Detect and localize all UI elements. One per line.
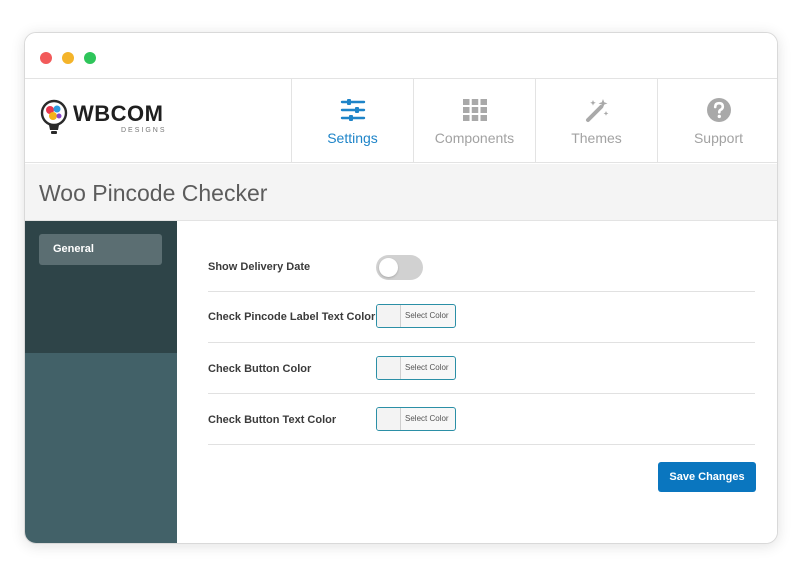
tab-label: Support (693, 129, 744, 146)
save-changes-button[interactable]: Save Changes (658, 462, 756, 492)
check-button-color-picker[interactable]: Select Color (376, 356, 456, 380)
question-circle-icon (706, 97, 731, 122)
setting-row-show-delivery-date: Show Delivery Date (208, 241, 755, 292)
minimize-window-dot[interactable] (62, 52, 74, 64)
magic-wand-icon (585, 98, 608, 122)
sliders-icon (340, 98, 365, 121)
page-title: Woo Pincode Checker (39, 180, 268, 206)
color-swatch (377, 408, 401, 430)
close-window-dot[interactable] (40, 52, 52, 64)
sidebar-item-general[interactable]: General (39, 234, 162, 265)
select-color-label: Select Color (405, 414, 449, 423)
tab-label: Settings (327, 129, 378, 146)
setting-label: Check Button Color (208, 363, 312, 375)
setting-row-pincode-label-color: Check Pincode Label Text Color Select Co… (208, 292, 755, 343)
plugin-header: WBCOM DESIGNS Settings Components Themes… (25, 79, 777, 163)
tab-support[interactable]: Support (657, 79, 777, 163)
color-swatch (377, 357, 401, 379)
settings-sidebar: General (25, 221, 177, 543)
check-button-text-color-picker[interactable]: Select Color (376, 407, 456, 431)
grid-icon (462, 98, 487, 121)
pincode-label-color-picker[interactable]: Select Color (376, 304, 456, 328)
tab-label: Components (434, 129, 515, 146)
setting-row-check-button-color: Check Button Color Select Color (208, 343, 755, 394)
sidebar-menu-area: General (25, 221, 177, 353)
page-title-bar: Woo Pincode Checker (25, 164, 777, 221)
setting-label: Check Button Text Color (208, 414, 337, 426)
sidebar-item-label: General (53, 243, 94, 255)
select-color-label: Select Color (405, 311, 449, 320)
setting-row-check-button-text-color: Check Button Text Color Select Color (208, 394, 755, 445)
main-nav-tabs: Settings Components Themes Support (291, 79, 777, 163)
tab-components[interactable]: Components (413, 79, 535, 163)
maximize-window-dot[interactable] (84, 52, 96, 64)
settings-content: Show Delivery Date Check Pincode Label T… (177, 221, 777, 543)
tab-settings[interactable]: Settings (291, 79, 413, 163)
logo-text: WBCOM (73, 101, 164, 126)
lightbulb-logo-icon (40, 99, 68, 134)
color-swatch (377, 305, 401, 327)
setting-label: Check Pincode Label Text Color (208, 311, 376, 323)
tab-themes[interactable]: Themes (535, 79, 657, 163)
wbcom-logo: WBCOM DESIGNS (39, 97, 179, 139)
tab-label: Themes (571, 129, 622, 146)
select-color-label: Select Color (405, 363, 449, 372)
app-window: WBCOM DESIGNS Settings Components Themes… (24, 32, 778, 544)
logo-subtext: DESIGNS (121, 127, 167, 134)
title-bar (25, 33, 777, 79)
toggle-knob (379, 258, 398, 277)
setting-label: Show Delivery Date (208, 261, 311, 273)
show-delivery-date-toggle[interactable] (376, 255, 423, 280)
